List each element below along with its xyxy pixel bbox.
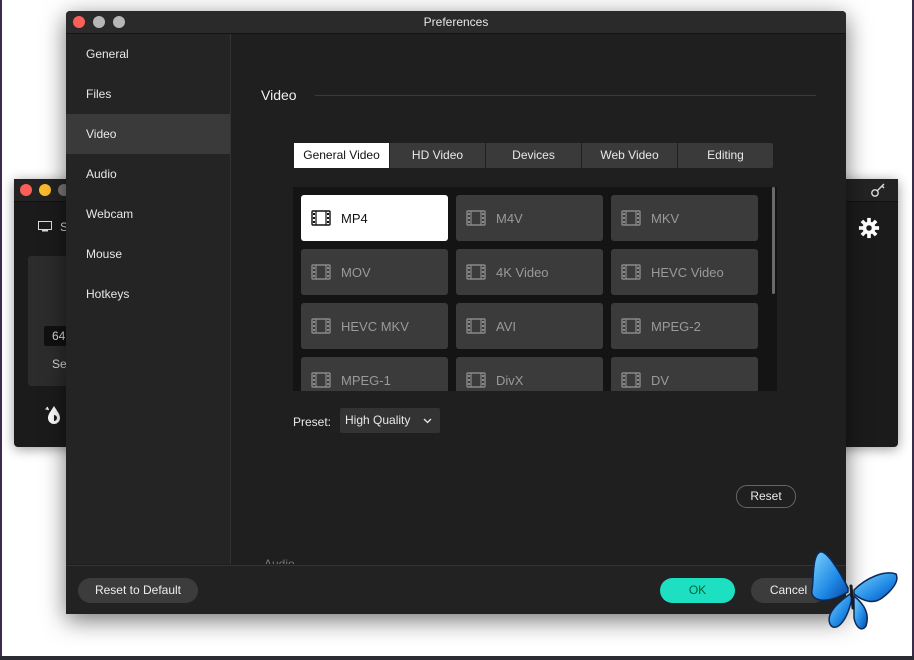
film-icon [311, 372, 331, 388]
titlebar: Preferences [66, 11, 846, 34]
film-icon [621, 372, 641, 388]
format-grid[interactable]: MP4 M4V MKV MOV 4K Video HEVC Video HEVC MKV AV… [293, 187, 777, 391]
format-item-mov[interactable]: MOV [301, 249, 448, 295]
reset-button[interactable]: Reset [736, 485, 796, 508]
format-label: HEVC MKV [341, 318, 409, 334]
format-item-4k-video[interactable]: 4K Video [456, 249, 603, 295]
desktop-edge-left [0, 0, 2, 660]
film-icon [466, 210, 486, 226]
film-icon [621, 264, 641, 280]
section-title: Video [261, 87, 297, 103]
format-label: MP4 [341, 210, 368, 226]
film-icon [311, 264, 331, 280]
next-section-title: Audio [264, 559, 295, 564]
film-icon [621, 210, 641, 226]
film-icon [466, 318, 486, 334]
film-icon [311, 318, 331, 334]
format-item-dv[interactable]: DV [611, 357, 758, 391]
desktop-bottom-bar [0, 656, 914, 660]
sidebar-item-hotkeys[interactable]: Hotkeys [66, 274, 230, 314]
tab-general-video[interactable]: General Video [294, 143, 390, 168]
format-item-hevc-mkv[interactable]: HEVC MKV [301, 303, 448, 349]
tab-editing[interactable]: Editing [678, 143, 773, 168]
drop-icon[interactable] [42, 403, 66, 427]
sidebar-item-mouse[interactable]: Mouse [66, 234, 230, 274]
tab-web-video[interactable]: Web Video [582, 143, 678, 168]
format-item-divx[interactable]: DivX [456, 357, 603, 391]
format-item-mp4[interactable]: MP4 [301, 195, 448, 241]
format-label: DivX [496, 372, 524, 388]
format-item-mkv[interactable]: MKV [611, 195, 758, 241]
sidebar-item-video[interactable]: Video [66, 114, 230, 154]
sidebar-item-general[interactable]: General [66, 34, 230, 74]
ok-button[interactable]: OK [660, 578, 735, 603]
tab-hd-video[interactable]: HD Video [390, 143, 486, 168]
preset-value: High Quality [345, 413, 411, 427]
format-label: DV [651, 372, 670, 388]
chevron-down-icon [423, 418, 432, 424]
window-title: Preferences [423, 15, 489, 29]
butterfly-icon [811, 551, 898, 630]
format-item-hevc-video[interactable]: HEVC Video [611, 249, 758, 295]
format-label: M4V [496, 210, 523, 226]
gear-icon[interactable] [858, 217, 880, 239]
format-tabs: General Video HD Video Devices Web Video… [294, 143, 773, 168]
footer: Reset to Default OK Cancel [66, 565, 846, 614]
format-item-mpeg-2[interactable]: MPEG-2 [611, 303, 758, 349]
sidebar-item-files[interactable]: Files [66, 74, 230, 114]
film-icon [466, 372, 486, 388]
key-icon[interactable] [870, 182, 888, 198]
format-label: MPEG-1 [341, 372, 391, 388]
format-grid-scrollbar[interactable] [772, 187, 775, 294]
format-label: MKV [651, 210, 680, 226]
sidebar: General Files Video Audio Webcam Mouse H… [66, 34, 231, 564]
format-label: AVI [496, 318, 516, 334]
sidebar-item-audio[interactable]: Audio [66, 154, 230, 194]
film-icon [466, 264, 486, 280]
monitor-icon [38, 221, 52, 232]
format-label: MPEG-2 [651, 318, 701, 334]
format-item-m4v[interactable]: M4V [456, 195, 603, 241]
bg-minimize-button[interactable] [39, 184, 51, 196]
bg-close-button[interactable] [20, 184, 32, 196]
preset-select[interactable]: High Quality [340, 408, 440, 433]
preset-label: Preset: [293, 415, 332, 429]
reset-to-default-button[interactable]: Reset to Default [78, 578, 198, 603]
sidebar-item-webcam[interactable]: Webcam [66, 194, 230, 234]
preferences-window: Preferences General Files Video Audio We… [66, 11, 846, 614]
tab-devices[interactable]: Devices [486, 143, 582, 168]
film-icon [621, 318, 641, 334]
format-label: 4K Video [496, 264, 549, 280]
section-divider [315, 95, 816, 96]
format-item-avi[interactable]: AVI [456, 303, 603, 349]
format-item-mpeg-1[interactable]: MPEG-1 [301, 357, 448, 391]
format-label: MOV [341, 264, 371, 280]
content-pane[interactable]: Video General Video HD Video Devices Web… [231, 34, 846, 564]
format-label: HEVC Video [651, 264, 724, 280]
film-icon [311, 210, 331, 226]
